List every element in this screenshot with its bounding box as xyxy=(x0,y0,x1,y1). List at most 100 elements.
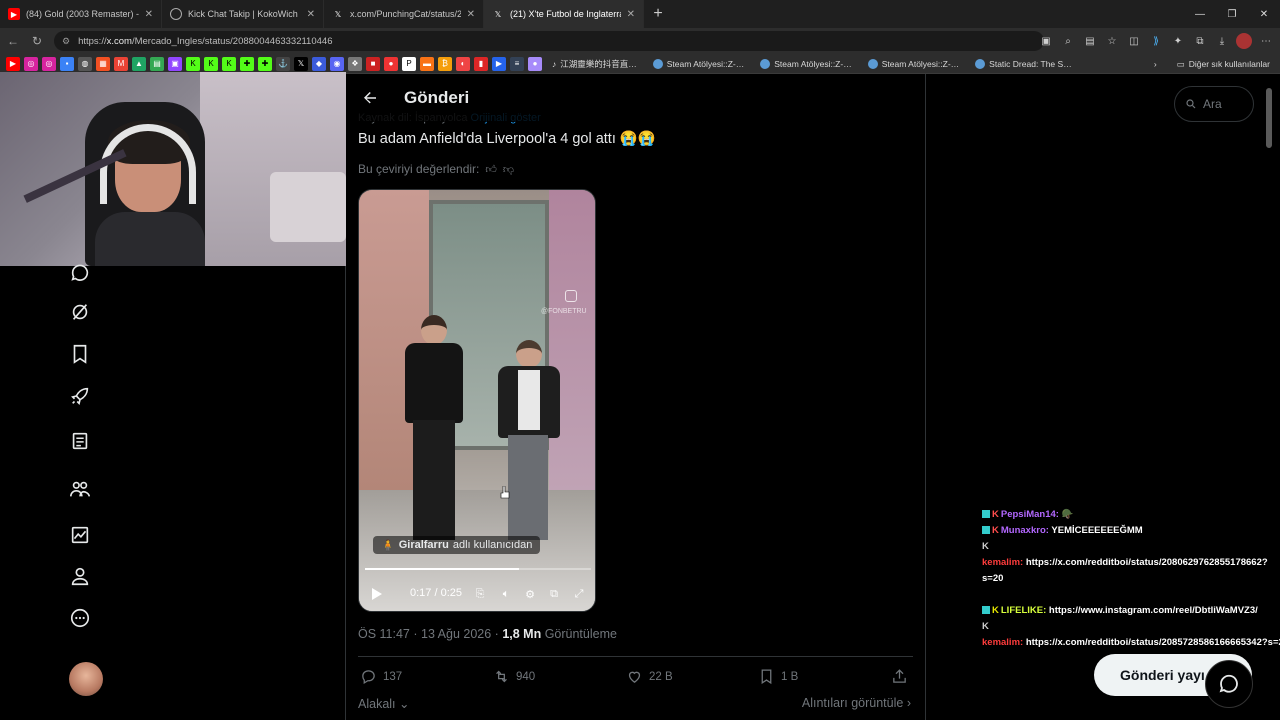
downloads-icon[interactable]: ⤓ xyxy=(1214,33,1230,49)
chevron-right-icon[interactable]: › xyxy=(1154,59,1157,69)
badge-icon xyxy=(982,606,990,615)
fullscreen-icon[interactable]: ⤢ xyxy=(571,586,587,602)
paypal-bookmark-icon[interactable]: P xyxy=(402,56,416,71)
chat-text: https://x.com/redditboi/status/208062976… xyxy=(982,557,1268,584)
kick-bookmark-icon[interactable]: K xyxy=(204,56,218,71)
folder-bookmark-icon[interactable]: ▪ xyxy=(60,56,74,71)
extensions-icon[interactable]: ✦ xyxy=(1170,33,1186,49)
bookmark-steam-2[interactable]: Steam Atölyesi::Z-… xyxy=(754,58,857,69)
communities-icon[interactable] xyxy=(67,476,93,502)
video-player[interactable]: @FONBETRU 🧍 Giralfarru adlı kullanıcıdan… xyxy=(358,189,596,612)
app-bookmark-icon[interactable]: ● xyxy=(528,56,542,71)
collections-icon[interactable]: ⧉ xyxy=(1192,33,1208,49)
kick-bookmark-icon[interactable]: K xyxy=(222,56,236,71)
bookmark-steam-4[interactable]: Static Dread: The S… xyxy=(969,58,1078,69)
app-bookmark-icon[interactable]: ≡ xyxy=(510,56,524,71)
youtube-bookmark-icon[interactable]: ▶ xyxy=(6,56,20,71)
zoom-icon[interactable]: ⌕ xyxy=(1060,33,1076,49)
kick-badge-icon: K xyxy=(982,541,989,552)
globe-bookmark-icon[interactable]: ◍ xyxy=(78,56,92,71)
volume-icon[interactable]: 🔈︎ xyxy=(498,586,514,602)
thumbs-up-icon[interactable]: 👍︎ xyxy=(485,163,497,176)
avatar[interactable] xyxy=(69,662,103,696)
bookmark-button[interactable]: 1 B xyxy=(758,668,798,685)
back-nav-icon[interactable]: ← xyxy=(2,30,24,52)
split-screen-icon[interactable]: ◫ xyxy=(1126,33,1142,49)
lists-icon[interactable] xyxy=(67,428,93,454)
like-button[interactable]: 22 B xyxy=(626,668,673,685)
grok-chat-button[interactable] xyxy=(1205,660,1253,708)
sheets-bookmark-icon[interactable]: ▤ xyxy=(150,56,164,71)
tweet-timestamp[interactable]: ÖS 11:47 · 13 Ağu 2026 · xyxy=(358,627,502,641)
site-info-icon[interactable]: ⚙ xyxy=(62,36,70,47)
rocket-icon[interactable] xyxy=(67,383,93,409)
new-tab-button[interactable]: + xyxy=(644,5,672,23)
more-menu-icon[interactable]: ⋯ xyxy=(1258,33,1274,49)
analytics-icon[interactable] xyxy=(67,522,93,548)
microsoft-bookmark-icon[interactable]: ▦ xyxy=(96,56,110,71)
drive-bookmark-icon[interactable]: ▲ xyxy=(132,56,146,71)
kick-bookmark-icon[interactable]: ✚ xyxy=(240,56,254,71)
minimize-icon[interactable]: — xyxy=(1184,0,1216,28)
tab-punchingcat[interactable]: 𝕏 x.com/PunchingCat/status/20873 ✕ xyxy=(324,0,484,28)
more-circle-icon[interactable] xyxy=(67,605,93,631)
captions-icon[interactable]: ⎘ xyxy=(472,586,488,602)
twitch-bookmark-icon[interactable]: ▣ xyxy=(168,56,182,71)
kick-bookmark-icon[interactable]: ✚ xyxy=(258,56,272,71)
video-progress-bar[interactable] xyxy=(365,568,591,570)
copilot-icon[interactable]: ⟫ xyxy=(1148,33,1164,49)
coin-bookmark-icon[interactable]: ₿ xyxy=(438,56,452,71)
discord-bookmark-icon[interactable]: ◉ xyxy=(330,56,344,71)
repost-button[interactable]: 940 xyxy=(493,668,535,685)
messages-icon[interactable] xyxy=(67,260,93,286)
tab-futbol-inglaterra[interactable]: 𝕏 (21) X'te Futbol de Inglaterra: "Este … xyxy=(484,0,644,28)
video-bookmark-icon[interactable]: ■ xyxy=(366,56,380,71)
game-bookmark-icon[interactable]: ❖ xyxy=(348,56,362,71)
reddit-bookmark-icon[interactable]: ● xyxy=(384,56,398,71)
close-tab-icon[interactable]: ✕ xyxy=(145,9,153,20)
profile-nav-icon[interactable] xyxy=(67,563,93,589)
bookmark-tiktok[interactable]: ♪ 江湖靈樂的抖音直… xyxy=(546,58,643,70)
profile-icon[interactable] xyxy=(1236,33,1252,49)
app-bookmark-icon[interactable]: ▮ xyxy=(474,56,488,71)
instagram-bookmark-icon[interactable]: ◎ xyxy=(42,56,56,71)
app-bookmark-icon[interactable]: ▬ xyxy=(420,56,434,71)
close-tab-icon[interactable]: ✕ xyxy=(627,9,635,20)
anchor-bookmark-icon[interactable]: ⚓ xyxy=(276,56,290,71)
instagram-bookmark-icon[interactable]: ◎ xyxy=(24,56,38,71)
bookmarks-nav-icon[interactable] xyxy=(67,341,93,367)
scrollbar[interactable] xyxy=(1266,88,1272,148)
bookmark-steam-1[interactable]: Steam Atölyesi::Z-… xyxy=(647,58,750,69)
grok-icon[interactable] xyxy=(67,299,93,325)
share-button[interactable] xyxy=(891,668,908,685)
play-icon[interactable] xyxy=(369,587,383,601)
url-field[interactable]: ⚙ https://x.com/Mercado_Ingles/status/20… xyxy=(54,31,1044,51)
related-dropdown[interactable]: Alakalı ⌄ xyxy=(358,696,410,711)
view-quotes-link[interactable]: Alıntıları görüntüle › xyxy=(802,696,911,710)
pip-icon[interactable]: ⧉ xyxy=(546,586,562,602)
gmail-bookmark-icon[interactable]: M xyxy=(114,56,128,71)
install-app-icon[interactable]: ▣ xyxy=(1038,33,1054,49)
settings-gear-icon[interactable]: ⚙ xyxy=(522,586,538,602)
close-tab-icon[interactable]: ✕ xyxy=(467,9,475,20)
reader-icon[interactable]: ▤ xyxy=(1082,33,1098,49)
kick-bookmark-icon[interactable]: K xyxy=(186,56,200,71)
back-arrow-icon[interactable] xyxy=(358,86,382,110)
tab-kick-chat[interactable]: Kick Chat Takip | KokoWich ✕ xyxy=(162,0,324,28)
play-bookmark-icon[interactable]: ▶ xyxy=(492,56,506,71)
bookmark-steam-3[interactable]: Steam Atölyesi::Z-… xyxy=(862,58,965,69)
app-bookmark-icon[interactable]: ◆ xyxy=(312,56,326,71)
app-bookmark-icon[interactable]: ◐ xyxy=(456,56,470,71)
tab-youtube[interactable]: ▶ (84) Gold (2003 Remaster) - YouTube ✕ xyxy=(0,0,162,28)
favorite-star-icon[interactable]: ☆ xyxy=(1104,33,1120,49)
reply-button[interactable]: 137 xyxy=(360,668,402,685)
close-tab-icon[interactable]: ✕ xyxy=(307,9,315,20)
x-bookmark-icon[interactable]: 𝕏 xyxy=(294,56,308,71)
thumbs-down-icon[interactable]: 👎︎ xyxy=(503,163,514,176)
restore-icon[interactable]: ❐ xyxy=(1216,0,1248,28)
reload-icon[interactable]: ↻ xyxy=(26,30,48,52)
search-input[interactable]: Ara xyxy=(1174,86,1254,122)
other-bookmarks[interactable]: › ▭ Diğer sık kullanılanlar xyxy=(1154,54,1270,74)
video-credit[interactable]: 🧍 Giralfarru adlı kullanıcıdan xyxy=(373,536,541,554)
close-window-icon[interactable]: ✕ xyxy=(1248,0,1280,28)
